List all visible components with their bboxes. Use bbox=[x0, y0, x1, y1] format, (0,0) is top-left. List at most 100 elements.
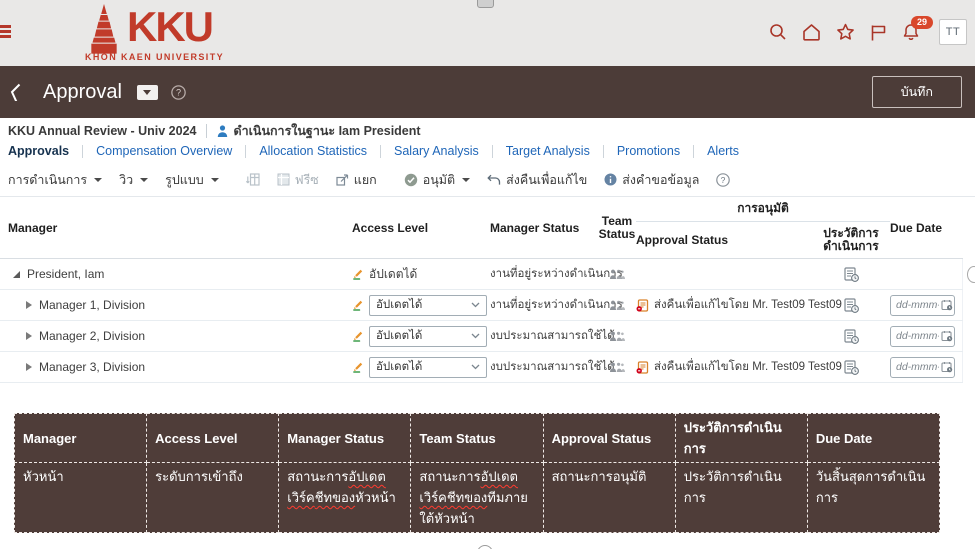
glossary-header: Due Date bbox=[807, 414, 939, 463]
access-level-select[interactable]: อัปเดตได้ bbox=[369, 295, 487, 316]
table-row: Manager 3, Division อัปเดตได้ งบประมาณสา… bbox=[0, 352, 963, 383]
announcements-flag-icon[interactable] bbox=[870, 24, 887, 41]
tab-bar: Approvals Compensation Overview Allocati… bbox=[0, 141, 739, 161]
edit-pencil-icon bbox=[352, 299, 364, 311]
glossary-cell: หัวหน้า bbox=[15, 463, 147, 533]
kku-tower-icon bbox=[84, 4, 124, 54]
returned-status-icon bbox=[636, 299, 649, 312]
due-date-input[interactable] bbox=[890, 357, 955, 378]
glossary-header: Team Status bbox=[411, 414, 543, 463]
page-title: Approval bbox=[43, 81, 122, 104]
column-header-access-level: Access Level bbox=[352, 197, 490, 258]
column-header-action-history: ประวัติการดำเนินการ bbox=[812, 222, 890, 257]
team-status-icon bbox=[609, 269, 625, 280]
manager-name: President, Iam bbox=[27, 267, 104, 281]
kku-logo-text: KKU bbox=[127, 4, 212, 50]
freeze-button: ฟรีซ bbox=[277, 170, 319, 190]
approvals-grid: Manager Access Level Manager Status Team… bbox=[0, 197, 963, 383]
column-header-approval-status: Approval Status bbox=[636, 222, 812, 257]
glossary-cell: สถานะการอนุมัติ bbox=[543, 463, 675, 533]
column-header-manager-status: Manager Status bbox=[490, 197, 598, 258]
expand-caret-icon[interactable] bbox=[13, 271, 20, 278]
column-header-team-status: Team Status bbox=[598, 197, 636, 258]
toolbar-help-icon[interactable]: ? bbox=[716, 173, 730, 187]
approve-button[interactable]: อนุมัติ bbox=[404, 170, 470, 190]
approval-page: KKU KHON KAEN UNIVERSITY 29 TT bbox=[0, 0, 975, 549]
kku-logo-subtext: KHON KAEN UNIVERSITY bbox=[85, 52, 224, 62]
due-date-input[interactable] bbox=[890, 295, 955, 316]
global-header-icons: 29 TT bbox=[769, 19, 967, 45]
glossary-header: Manager bbox=[15, 414, 147, 463]
access-level-value: อัปเดตได้ bbox=[369, 265, 417, 284]
request-information-button[interactable]: ส่งคำขอข้อมูล bbox=[604, 170, 699, 190]
chevron-down-icon bbox=[471, 302, 480, 308]
action-history-icon[interactable] bbox=[844, 267, 859, 282]
home-icon[interactable] bbox=[802, 23, 821, 41]
manager-name: Manager 1, Division bbox=[39, 298, 145, 312]
search-icon[interactable] bbox=[769, 23, 787, 41]
svg-text:?: ? bbox=[176, 87, 181, 97]
team-status-icon bbox=[609, 362, 625, 373]
glossary-header: Access Level bbox=[147, 414, 279, 463]
user-avatar[interactable]: TT bbox=[939, 19, 967, 45]
table-row: President, Iam อัปเดตได้ งานที่อยู่ระหว่… bbox=[0, 259, 963, 290]
tab-alerts[interactable]: Alerts bbox=[707, 144, 739, 158]
tab-salary-analysis[interactable]: Salary Analysis bbox=[394, 144, 479, 158]
bottom-edge-artifact bbox=[477, 545, 493, 549]
acting-as-label: ดำเนินการในฐานะ Iam President bbox=[233, 121, 420, 141]
glossary-cell: สถานะการอัปเดตเวิร์คชีทของหัวหน้า bbox=[279, 463, 411, 533]
detach-button[interactable]: แยก bbox=[336, 170, 377, 190]
glossary-cell: สถานะการอัปเดตเวิร์คชีทของทีมภายใต้หัวหน… bbox=[411, 463, 543, 533]
collapse-caret-icon[interactable] bbox=[26, 363, 32, 371]
glossary-definition-row: หัวหน้า ระดับการเข้าถึง สถานะการอัปเดตเว… bbox=[15, 463, 940, 533]
svg-text:?: ? bbox=[721, 175, 726, 185]
edit-pencil-icon bbox=[352, 268, 364, 280]
action-history-icon[interactable] bbox=[844, 360, 859, 375]
top-app-bar: KKU KHON KAEN UNIVERSITY 29 TT bbox=[0, 0, 975, 66]
context-divider bbox=[206, 124, 207, 138]
collapse-caret-icon[interactable] bbox=[26, 301, 32, 309]
manager-name: Manager 3, Division bbox=[39, 360, 145, 374]
grid-header-row: Manager Access Level Manager Status Team… bbox=[0, 197, 963, 259]
returned-status-icon bbox=[636, 361, 649, 374]
table-row: Manager 2, Division อัปเดตได้ งบประมาณสา… bbox=[0, 321, 963, 352]
collapse-caret-icon[interactable] bbox=[26, 332, 32, 340]
view-menu[interactable]: วิว bbox=[119, 170, 148, 190]
action-history-icon[interactable] bbox=[844, 298, 859, 313]
access-level-select[interactable]: อัปเดตได้ bbox=[369, 326, 487, 347]
tab-compensation-overview[interactable]: Compensation Overview bbox=[96, 144, 232, 158]
manager-status-value: งบประมาณสามารถใช้ได้ bbox=[490, 327, 615, 345]
glossary-table: Manager Access Level Manager Status Team… bbox=[14, 413, 940, 533]
notification-count-badge: 29 bbox=[911, 16, 933, 29]
return-for-correction-button[interactable]: ส่งคืนเพื่อแก้ไข bbox=[487, 170, 587, 190]
column-header-due-date: Due Date bbox=[890, 197, 963, 258]
column-group-approval: การอนุมัติ Approval Status ประวัติการดำเ… bbox=[636, 197, 890, 258]
actions-menu[interactable]: การดำเนินการ bbox=[8, 170, 102, 190]
tab-approvals[interactable]: Approvals bbox=[8, 144, 69, 158]
glossary-header: Manager Status bbox=[279, 414, 411, 463]
glossary-cell: ระดับการเข้าถึง bbox=[147, 463, 279, 533]
manager-name: Manager 2, Division bbox=[39, 329, 145, 343]
title-help-icon[interactable]: ? bbox=[171, 85, 186, 100]
team-status-icon bbox=[609, 331, 625, 342]
access-level-select[interactable]: อัปเดตได้ bbox=[369, 357, 487, 378]
favorites-star-icon[interactable] bbox=[836, 23, 855, 41]
team-status-icon bbox=[609, 300, 625, 311]
tab-allocation-statistics[interactable]: Allocation Statistics bbox=[259, 144, 367, 158]
save-button[interactable]: บันทึก bbox=[872, 76, 962, 108]
manager-status-value: งบประมาณสามารถใช้ได้ bbox=[490, 358, 615, 376]
page-title-bar: Approval ? บันทึก bbox=[0, 66, 975, 118]
due-date-input[interactable] bbox=[890, 326, 955, 347]
tab-promotions[interactable]: Promotions bbox=[617, 144, 680, 158]
back-button[interactable] bbox=[10, 83, 21, 101]
hamburger-menu-icon[interactable] bbox=[0, 25, 12, 41]
format-menu[interactable]: รูปแบบ bbox=[165, 170, 219, 190]
page-dropdown-icon[interactable] bbox=[137, 85, 158, 100]
notifications-bell-icon[interactable]: 29 bbox=[902, 23, 920, 41]
tab-target-analysis[interactable]: Target Analysis bbox=[506, 144, 590, 158]
kku-logo[interactable]: KKU bbox=[84, 4, 212, 54]
context-bar: KKU Annual Review - Univ 2024 ดำเนินการใ… bbox=[0, 122, 975, 140]
approval-group-label: การอนุมัติ bbox=[636, 197, 890, 222]
action-history-icon[interactable] bbox=[844, 329, 859, 344]
glossary-header: Approval Status bbox=[543, 414, 675, 463]
